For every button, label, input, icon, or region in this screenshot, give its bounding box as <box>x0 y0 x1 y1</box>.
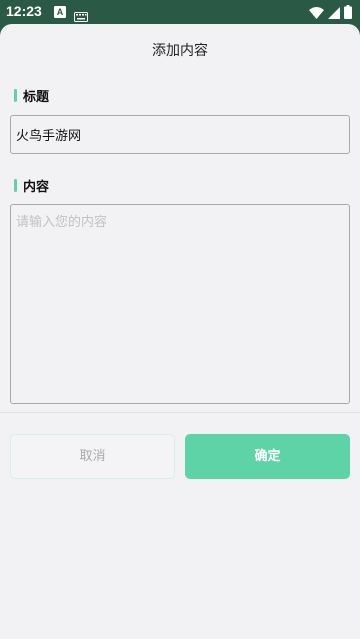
divider <box>0 412 360 413</box>
signal-icon <box>328 4 340 23</box>
add-content-sheet: 添加内容 标题 内容 取消 确定 <box>0 24 360 639</box>
accent-bar <box>14 89 17 102</box>
status-time: 12:23 <box>6 3 42 19</box>
content-section-label: 内容 <box>14 176 49 195</box>
wifi-icon <box>309 4 324 23</box>
accent-bar <box>14 179 17 192</box>
status-bar: 12:23 A <box>0 0 360 24</box>
content-textarea[interactable] <box>10 204 350 404</box>
battery-icon <box>344 4 352 23</box>
notification-a-icon: A <box>54 6 66 18</box>
title-label-text: 标题 <box>23 90 50 105</box>
confirm-button[interactable]: 确定 <box>185 434 350 479</box>
title-input[interactable] <box>10 115 350 154</box>
title-section-label: 标题 <box>14 86 49 105</box>
cancel-button[interactable]: 取消 <box>10 434 175 479</box>
dialog-title: 添加内容 <box>152 43 208 59</box>
content-label-text: 内容 <box>23 180 50 195</box>
